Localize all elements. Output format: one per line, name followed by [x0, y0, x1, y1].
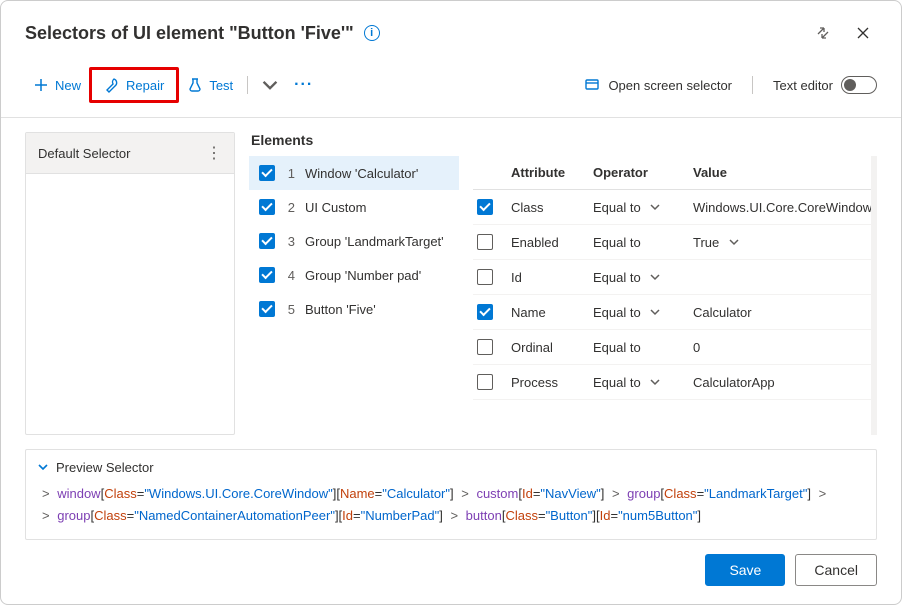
- element-row[interactable]: 1 Window 'Calculator': [249, 156, 459, 190]
- attribute-row: Ordinal Equal to 0: [473, 330, 871, 365]
- element-label: Group 'Number pad': [305, 268, 421, 283]
- info-icon[interactable]: i: [364, 25, 380, 41]
- new-label: New: [55, 78, 81, 93]
- toolbar-divider-2: [752, 76, 753, 94]
- attribute-row: Class Equal to Windows.UI.Core.CoreWindo…: [473, 190, 871, 225]
- element-index: 5: [285, 302, 295, 317]
- preview-selector-toggle[interactable]: Preview Selector: [38, 460, 864, 475]
- attribute-row: Id Equal to: [473, 260, 871, 295]
- open-screen-selector-button[interactable]: Open screen selector: [584, 77, 732, 93]
- test-label: Test: [209, 78, 233, 93]
- element-checkbox[interactable]: [259, 233, 275, 249]
- elements-heading: Elements: [251, 132, 877, 148]
- element-row[interactable]: 5 Button 'Five': [249, 292, 459, 326]
- toolbar-divider: [247, 76, 248, 94]
- elements-list: 1 Window 'Calculator' 2 UI Custom 3 Grou…: [249, 156, 459, 435]
- attribute-operator[interactable]: Equal to: [593, 375, 683, 390]
- attribute-value[interactable]: True: [693, 235, 867, 250]
- dialog-header: Selectors of UI element "Button 'Five'" …: [1, 1, 901, 61]
- cancel-button[interactable]: Cancel: [795, 554, 877, 586]
- more-button[interactable]: ···: [286, 72, 321, 98]
- element-checkbox[interactable]: [259, 199, 275, 215]
- test-button[interactable]: Test: [179, 72, 241, 98]
- attribute-name: Id: [511, 270, 583, 285]
- text-editor-toggle[interactable]: [841, 76, 877, 94]
- element-row[interactable]: 3 Group 'LandmarkTarget': [249, 224, 459, 258]
- repair-label: Repair: [126, 78, 164, 93]
- selectors-list-panel: Default Selector ⋮: [25, 132, 235, 435]
- element-index: 3: [285, 234, 295, 249]
- attribute-operator[interactable]: Equal to: [593, 270, 683, 285]
- close-icon[interactable]: [849, 19, 877, 47]
- attributes-panel: Attribute Operator Value Class Equal to …: [473, 156, 877, 435]
- attribute-name: Enabled: [511, 235, 583, 250]
- attribute-operator[interactable]: Equal to: [593, 305, 683, 320]
- col-value: Value: [693, 165, 867, 180]
- expand-icon[interactable]: [809, 19, 837, 47]
- element-label: UI Custom: [305, 200, 366, 215]
- element-row[interactable]: 2 UI Custom: [249, 190, 459, 224]
- element-row[interactable]: 4 Group 'Number pad': [249, 258, 459, 292]
- repair-highlight: Repair: [89, 67, 179, 103]
- attribute-checkbox[interactable]: [477, 339, 493, 355]
- toolbar: New Repair Test ··· Open screen selector…: [1, 61, 901, 118]
- open-screen-selector-label: Open screen selector: [608, 78, 732, 93]
- element-index: 4: [285, 268, 295, 283]
- element-checkbox[interactable]: [259, 267, 275, 283]
- attribute-operator[interactable]: Equal to: [593, 200, 683, 215]
- element-checkbox[interactable]: [259, 301, 275, 317]
- col-attribute: Attribute: [511, 165, 583, 180]
- test-dropdown[interactable]: [254, 72, 286, 98]
- preview-selector-text: > window[Class="Windows.UI.Core.CoreWind…: [38, 483, 864, 527]
- attribute-checkbox[interactable]: [477, 374, 493, 390]
- element-label: Group 'LandmarkTarget': [305, 234, 444, 249]
- attribute-row: Enabled Equal to True: [473, 225, 871, 260]
- dialog-footer: Save Cancel: [1, 540, 901, 604]
- preview-selector-panel: Preview Selector > window[Class="Windows…: [25, 449, 877, 540]
- element-label: Window 'Calculator': [305, 166, 418, 181]
- attribute-checkbox[interactable]: [477, 269, 493, 285]
- selector-item-menu-icon[interactable]: ⋮: [206, 143, 222, 163]
- element-checkbox[interactable]: [259, 165, 275, 181]
- text-editor-label: Text editor: [773, 78, 833, 93]
- col-operator: Operator: [593, 165, 683, 180]
- element-label: Button 'Five': [305, 302, 376, 317]
- dialog-title: Selectors of UI element "Button 'Five'": [25, 23, 354, 44]
- attribute-value[interactable]: Calculator: [693, 305, 867, 320]
- attribute-value[interactable]: Windows.UI.Core.CoreWindow: [693, 200, 872, 215]
- preview-selector-label: Preview Selector: [56, 460, 154, 475]
- save-button[interactable]: Save: [705, 554, 785, 586]
- element-index: 1: [285, 166, 295, 181]
- text-editor-control: Text editor: [773, 76, 877, 94]
- attribute-name: Name: [511, 305, 583, 320]
- attribute-name: Ordinal: [511, 340, 583, 355]
- attribute-operator[interactable]: Equal to: [593, 235, 683, 250]
- attribute-row: Process Equal to CalculatorApp: [473, 365, 871, 400]
- new-button[interactable]: New: [25, 72, 89, 98]
- default-selector-item[interactable]: Default Selector ⋮: [26, 133, 234, 174]
- selector-builder-dialog: Selectors of UI element "Button 'Five'" …: [0, 0, 902, 605]
- attribute-name: Class: [511, 200, 583, 215]
- default-selector-label: Default Selector: [38, 146, 131, 161]
- element-index: 2: [285, 200, 295, 215]
- attribute-checkbox[interactable]: [477, 199, 493, 215]
- attribute-value[interactable]: CalculatorApp: [693, 375, 867, 390]
- attribute-value[interactable]: 0: [693, 340, 867, 355]
- attribute-operator[interactable]: Equal to: [593, 340, 683, 355]
- attribute-checkbox[interactable]: [477, 234, 493, 250]
- attribute-row: Name Equal to Calculator: [473, 295, 871, 330]
- repair-button[interactable]: Repair: [96, 72, 172, 98]
- attribute-name: Process: [511, 375, 583, 390]
- attribute-checkbox[interactable]: [477, 304, 493, 320]
